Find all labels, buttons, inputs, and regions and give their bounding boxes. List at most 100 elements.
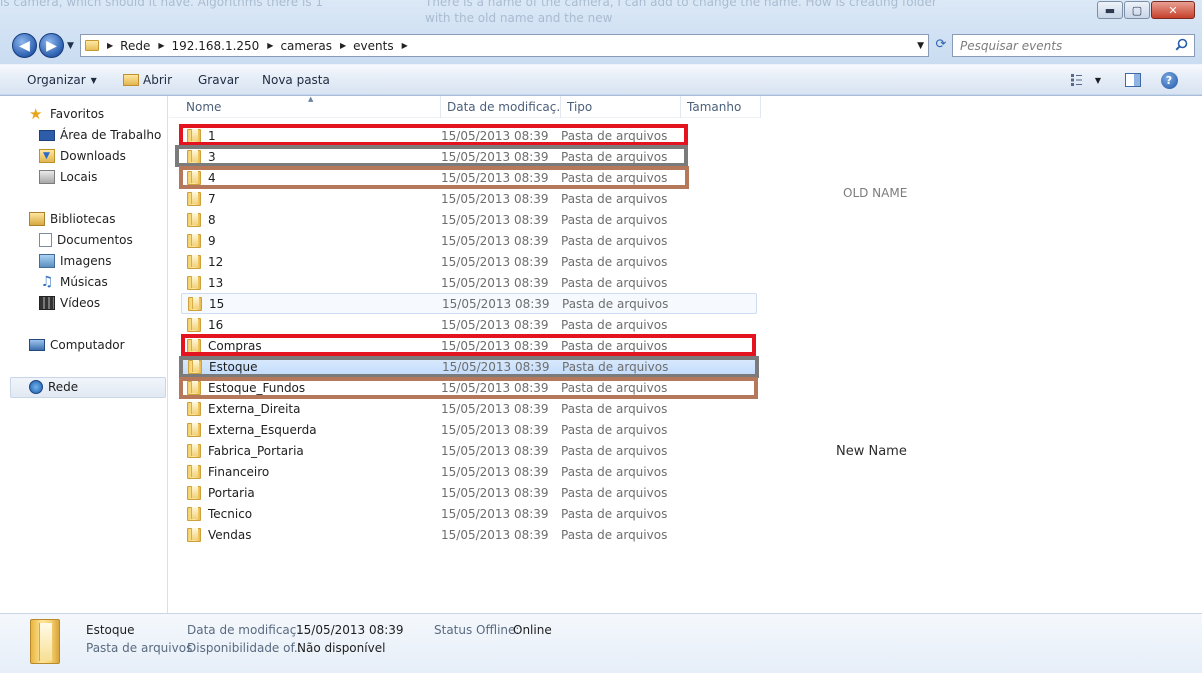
breadcrumb-item[interactable]: Rede	[120, 39, 150, 53]
sidebar-item-videos[interactable]: Vídeos	[39, 293, 100, 313]
pictures-icon	[39, 254, 55, 268]
search-box[interactable]	[952, 34, 1195, 57]
file-row[interactable]: 15 15/05/2013 08:39 Pasta de arquivos	[181, 293, 757, 314]
search-input[interactable]	[960, 38, 1160, 53]
ghost-line: is camera, which should it have. Algorit…	[0, 0, 324, 9]
address-bar[interactable]: ▶ Rede ▶ 192.168.1.250 ▶ cameras ▶ event…	[80, 34, 929, 57]
chevron-right-icon[interactable]: ▶	[107, 41, 113, 50]
address-dropdown-icon[interactable]: ▼	[917, 41, 924, 51]
burn-button[interactable]: Gravar	[194, 73, 243, 87]
sidebar-item-label: Vídeos	[60, 296, 101, 310]
file-row[interactable]: Fabrica_Portaria 15/05/2013 08:39 Pasta de…	[181, 440, 757, 461]
file-row[interactable]: 16 15/05/2013 08:39 Pasta de arquivos	[181, 314, 757, 335]
column-header-date[interactable]: Data de modificaç...	[441, 96, 561, 118]
sidebar-item-music[interactable]: ♫ Músicas	[39, 272, 108, 292]
file-date: 15/05/2013 08:39	[441, 422, 549, 437]
sidebar-item-libraries[interactable]: Bibliotecas	[29, 209, 115, 229]
open-button[interactable]: Abrir	[119, 73, 176, 87]
detail-availability-value: Não disponível	[297, 641, 386, 655]
organize-label: Organizar	[27, 73, 86, 87]
preview-pane-button[interactable]	[1124, 71, 1142, 89]
file-type: Pasta de arquivos	[562, 296, 669, 311]
file-row[interactable]: 9 15/05/2013 08:39 Pasta de arquivos	[181, 230, 757, 251]
back-button[interactable]: ◀	[12, 33, 37, 58]
refresh-icon[interactable]: ⟳	[932, 38, 950, 52]
breadcrumb-item[interactable]: cameras	[280, 39, 332, 53]
file-row[interactable]: Estoque 15/05/2013 08:39 Pasta de arquivos	[181, 356, 757, 377]
folder-open-icon	[123, 74, 139, 86]
detail-offline-label: Status Offline:	[434, 623, 520, 637]
sidebar-item-desktop[interactable]: Área de Trabalho	[39, 125, 161, 145]
file-row[interactable]: 8 15/05/2013 08:39 Pasta de arquivos	[181, 209, 757, 230]
file-name: Fabrica_Portaria	[208, 443, 304, 458]
file-row[interactable]: 7 15/05/2013 08:39 Pasta de arquivos	[181, 188, 757, 209]
column-header-size[interactable]: Tamanho	[681, 96, 761, 118]
file-date: 15/05/2013 08:39	[441, 485, 549, 500]
sidebar-item-network[interactable]: Rede	[29, 377, 78, 397]
desktop-icon	[39, 129, 55, 141]
file-row[interactable]: Externa_Esquerda 15/05/2013 08:39 Pasta de…	[181, 419, 757, 440]
close-button[interactable]: ✕	[1151, 1, 1195, 19]
sidebar-item-label: Documentos	[57, 233, 133, 247]
file-name: 4	[208, 170, 216, 185]
chevron-right-icon[interactable]: ▶	[402, 41, 408, 50]
file-name-cell: Estoque_Fundos	[181, 380, 441, 395]
folder-icon	[85, 40, 99, 51]
view-options-button[interactable]: ▼	[1068, 71, 1104, 89]
libraries-icon	[29, 212, 45, 226]
forward-button[interactable]: ▶	[39, 33, 64, 58]
detail-availability-label: Disponibilidade of...	[187, 641, 306, 655]
column-header-type[interactable]: Tipo	[561, 96, 681, 118]
file-name-cell: Financeiro	[181, 464, 441, 479]
breadcrumb-item[interactable]: 192.168.1.250	[172, 39, 260, 53]
file-name: Tecnico	[208, 506, 253, 521]
navigation-pane: ★ Favoritos Área de Trabalho Downloads L…	[0, 96, 168, 613]
file-row[interactable]: 4 15/05/2013 08:39 Pasta de arquivos	[181, 167, 757, 188]
chevron-right-icon[interactable]: ▶	[267, 41, 273, 50]
minimize-button[interactable]: ▬	[1097, 1, 1123, 19]
file-row[interactable]: 13 15/05/2013 08:39 Pasta de arquivos	[181, 272, 757, 293]
column-header-name[interactable]: Nome	[169, 96, 441, 118]
arrow-left-icon: ◀	[19, 37, 30, 54]
column-header-row: Nome Data de modificaç... Tipo Tamanho	[169, 96, 761, 118]
organize-menu[interactable]: Organizar ▼	[23, 73, 101, 87]
file-date: 15/05/2013 08:39	[441, 317, 549, 332]
file-row[interactable]: Vendas 15/05/2013 08:39 Pasta de arquivos	[181, 524, 757, 545]
sidebar-item-computer[interactable]: Computador	[29, 335, 125, 355]
help-button[interactable]: ?	[1160, 71, 1178, 89]
file-name: Estoque	[209, 359, 258, 374]
file-row[interactable]: Tecnico 15/05/2013 08:39 Pasta de arquivos	[181, 503, 757, 524]
new-folder-button[interactable]: Nova pasta	[258, 73, 334, 87]
detail-offline-value: Online	[513, 623, 552, 637]
file-name-cell: 7	[181, 191, 441, 206]
file-row[interactable]: Estoque_Fundos 15/05/2013 08:39 Pasta de a…	[181, 377, 757, 398]
file-date: 15/05/2013 08:39	[441, 401, 549, 416]
file-date: 15/05/2013 08:39	[441, 527, 549, 542]
sidebar-item-favorites[interactable]: ★ Favoritos	[29, 104, 104, 124]
file-date: 15/05/2013 08:39	[442, 296, 550, 311]
file-name-cell: Compras	[181, 338, 441, 353]
search-icon[interactable]	[1175, 38, 1188, 51]
file-row[interactable]: 12 15/05/2013 08:39 Pasta de arquivos	[181, 251, 757, 272]
file-type: Pasta de arquivos	[561, 275, 668, 290]
file-row[interactable]: Compras 15/05/2013 08:39 Pasta de arquivos	[181, 335, 757, 356]
file-row[interactable]: Externa_Direita 15/05/2013 08:39 Pasta de …	[181, 398, 757, 419]
sidebar-item-places[interactable]: Locais	[39, 167, 97, 187]
maximize-button[interactable]: ▢	[1124, 1, 1150, 19]
breadcrumb-item[interactable]: events	[353, 39, 393, 53]
navigation-row: ◀ ▶ ▼ ▶ Rede ▶ 192.168.1.250 ▶ cameras ▶…	[10, 33, 1195, 58]
sidebar-item-images[interactable]: Imagens	[39, 251, 111, 271]
sidebar-item-downloads[interactable]: Downloads	[39, 146, 126, 166]
chevron-right-icon[interactable]: ▶	[158, 41, 164, 50]
file-row[interactable]: 3 15/05/2013 08:39 Pasta de arquivos	[181, 146, 757, 167]
file-row[interactable]: Financeiro 15/05/2013 08:39 Pasta de arqui…	[181, 461, 757, 482]
file-row[interactable]: 1 15/05/2013 08:39 Pasta de arquivos	[181, 125, 757, 146]
arrow-right-icon: ▶	[46, 37, 57, 54]
file-row[interactable]: Portaria 15/05/2013 08:39 Pasta de arquivo…	[181, 482, 757, 503]
chevron-right-icon[interactable]: ▶	[340, 41, 346, 50]
file-name: Portaria	[208, 485, 255, 500]
folder-icon	[187, 485, 201, 500]
file-type: Pasta de arquivos	[561, 443, 668, 458]
recent-pages-dropdown[interactable]: ▼	[67, 41, 74, 51]
sidebar-item-documents[interactable]: Documentos	[39, 230, 133, 250]
